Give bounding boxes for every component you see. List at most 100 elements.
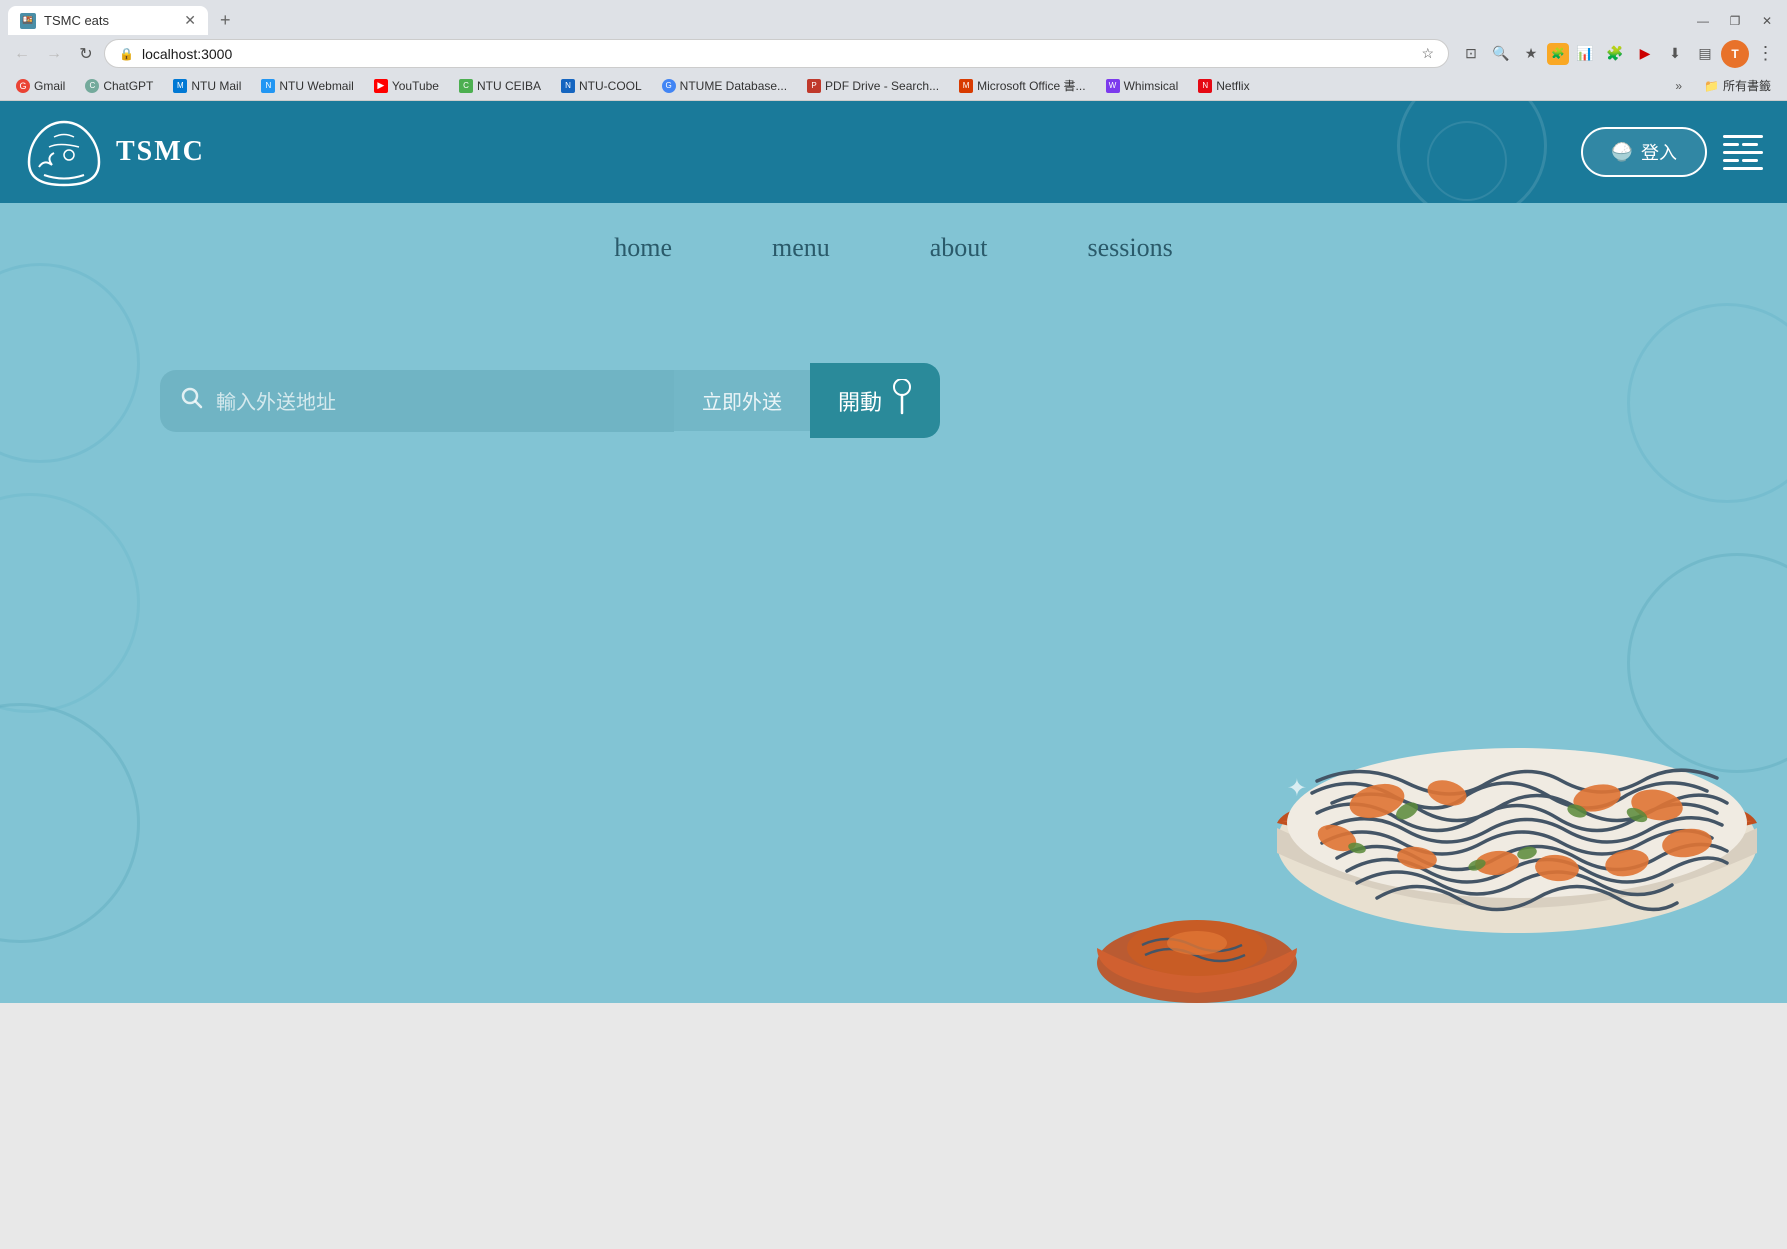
- tab-title: TSMC eats: [44, 13, 109, 28]
- address-input-wrapper[interactable]: 輸入外送地址: [160, 370, 674, 432]
- new-tab-button[interactable]: +: [212, 6, 239, 35]
- forward-button[interactable]: →: [40, 40, 68, 68]
- reload-button[interactable]: ↻: [72, 40, 100, 68]
- bookmark-ntu-webmail[interactable]: N NTU Webmail: [253, 77, 361, 95]
- cool-favicon: N: [561, 79, 575, 93]
- bookmark-microsoft[interactable]: M Microsoft Office 書...: [951, 75, 1093, 96]
- bookmark-whimsical[interactable]: W Whimsical: [1098, 77, 1187, 95]
- menu-line-4a: [1723, 159, 1739, 162]
- hero-section: 輸入外送地址 立即外送 開動: [0, 283, 1787, 478]
- bookmark-label: NTU Webmail: [279, 79, 353, 93]
- youtube-favicon: ▶: [374, 79, 388, 93]
- delivery-toggle[interactable]: 立即外送: [674, 370, 810, 431]
- login-icon: 🍚: [1611, 142, 1633, 163]
- download-icon[interactable]: ⬇: [1661, 40, 1689, 68]
- bookmark-gmail[interactable]: G Gmail: [8, 77, 73, 95]
- nav-bar: ← → ↻ 🔒 localhost:3000 ☆ ⊡ 🔍 ★ 🧩 📊 🧩 ▶ ⬇…: [0, 35, 1787, 72]
- search-area: 輸入外送地址 立即外送 開動: [160, 363, 940, 438]
- bookmark-label: Microsoft Office 書...: [977, 77, 1085, 94]
- bookmark-ntume[interactable]: G NTUME Database...: [654, 77, 795, 95]
- site-logo-area: TSMC: [24, 117, 205, 187]
- youtube-icon[interactable]: ▶: [1631, 40, 1659, 68]
- bookmark-label: Netflix: [1216, 79, 1249, 93]
- site-title: TSMC: [116, 136, 205, 168]
- food-illustration: [1087, 553, 1787, 1003]
- extension-icon[interactable]: 🧩: [1547, 43, 1569, 65]
- whimsical-favicon: W: [1106, 79, 1120, 93]
- bookmark-label: NTU Mail: [191, 79, 241, 93]
- zoom-icon[interactable]: 🔍: [1487, 40, 1515, 68]
- nav-about[interactable]: about: [930, 233, 988, 263]
- ms-favicon: M: [959, 79, 973, 93]
- bookmarks-bar: G Gmail C ChatGPT M NTU Mail N NTU Webma…: [0, 72, 1787, 101]
- bookmark-chatgpt[interactable]: C ChatGPT: [77, 77, 161, 95]
- tab-close-button[interactable]: ✕: [184, 12, 196, 29]
- bookmark-youtube[interactable]: ▶ YouTube: [366, 77, 447, 95]
- back-button[interactable]: ←: [8, 40, 36, 68]
- more-options-button[interactable]: ⋮: [1751, 40, 1779, 68]
- site-main: home menu about sessions 輸入外送地址: [0, 203, 1787, 1003]
- active-tab[interactable]: 🍱 TSMC eats ✕: [8, 6, 208, 35]
- menu-line-3: [1723, 151, 1763, 154]
- site-nav: home menu about sessions: [0, 203, 1787, 283]
- url-text: localhost:3000: [142, 46, 1413, 62]
- hamburger-menu-button[interactable]: [1723, 135, 1763, 170]
- title-bar: 🍱 TSMC eats ✕ + — ❐ ✕: [0, 0, 1787, 35]
- bookmark-label: Gmail: [34, 79, 65, 93]
- website-content: TSMC 🍚 登入: [0, 101, 1787, 1003]
- spoon-icon: [892, 379, 912, 422]
- nav-home[interactable]: home: [614, 233, 672, 263]
- menu-line-2b: [1742, 143, 1758, 146]
- bar-chart-icon[interactable]: 📊: [1571, 40, 1599, 68]
- search-placeholder: 輸入外送地址: [216, 386, 336, 415]
- nav-menu[interactable]: menu: [772, 233, 830, 263]
- bookmark-ntu-ceiba[interactable]: C NTU CEIBA: [451, 77, 549, 95]
- go-label: 開動: [838, 385, 882, 417]
- bookmark-label: NTU-COOL: [579, 79, 642, 93]
- deco-circle-left3: [0, 703, 140, 943]
- search-icon: [180, 386, 204, 416]
- go-button[interactable]: 開動: [810, 363, 940, 438]
- header-deco-circle-2: [1427, 121, 1507, 201]
- netflix-favicon: N: [1198, 79, 1212, 93]
- ntume-favicon: G: [662, 79, 676, 93]
- minimize-button[interactable]: —: [1691, 9, 1715, 33]
- close-button[interactable]: ✕: [1755, 9, 1779, 33]
- menu-line-group-2: [1723, 159, 1763, 162]
- bookmark-label: ChatGPT: [103, 79, 153, 93]
- login-button[interactable]: 🍚 登入: [1581, 127, 1707, 177]
- bookmark-label: PDF Drive - Search...: [825, 79, 939, 93]
- bookmark-netflix[interactable]: N Netflix: [1190, 77, 1257, 95]
- site-logo: [24, 117, 104, 187]
- sidebar-icon[interactable]: ▤: [1691, 40, 1719, 68]
- bookmark-pdfdrive[interactable]: P PDF Drive - Search...: [799, 77, 947, 95]
- profile-avatar[interactable]: T: [1721, 40, 1749, 68]
- bookmark-ntu-cool[interactable]: N NTU-COOL: [553, 77, 650, 95]
- toolbar-icons: ⊡ 🔍 ★ 🧩 📊 🧩 ▶ ⬇ ▤ T ⋮: [1457, 40, 1779, 68]
- bookmark-label: YouTube: [392, 79, 439, 93]
- restore-button[interactable]: ❐: [1723, 9, 1747, 33]
- nav-sessions[interactable]: sessions: [1088, 233, 1173, 263]
- bookmark-folder[interactable]: 📁 所有書籤: [1696, 75, 1779, 96]
- ntu-webmail-favicon: N: [261, 79, 275, 93]
- bookmark-label: NTU CEIBA: [477, 79, 541, 93]
- header-right: 🍚 登入: [1581, 127, 1763, 177]
- ceiba-favicon: C: [459, 79, 473, 93]
- extensions-button[interactable]: 🧩: [1601, 40, 1629, 68]
- cast-icon[interactable]: ⊡: [1457, 40, 1485, 68]
- star-icon: ☆: [1421, 45, 1434, 62]
- bookmark-icon[interactable]: ★: [1517, 40, 1545, 68]
- more-bookmarks-icon: »: [1675, 79, 1682, 93]
- menu-line-4b: [1742, 159, 1758, 162]
- address-bar[interactable]: 🔒 localhost:3000 ☆: [104, 39, 1449, 68]
- more-bookmarks-button[interactable]: »: [1669, 77, 1688, 95]
- pdfdrive-favicon: P: [807, 79, 821, 93]
- browser-chrome: 🍱 TSMC eats ✕ + — ❐ ✕ ← → ↻ 🔒 localhost:…: [0, 0, 1787, 101]
- menu-line-1: [1723, 135, 1763, 138]
- deco-circle-left2: [0, 493, 140, 713]
- chatgpt-favicon: C: [85, 79, 99, 93]
- window-controls: — ❐ ✕: [1691, 9, 1779, 33]
- header-deco-circle: [1397, 101, 1547, 203]
- bookmark-ntu-mail[interactable]: M NTU Mail: [165, 77, 249, 95]
- folder-label: 所有書籤: [1723, 77, 1771, 94]
